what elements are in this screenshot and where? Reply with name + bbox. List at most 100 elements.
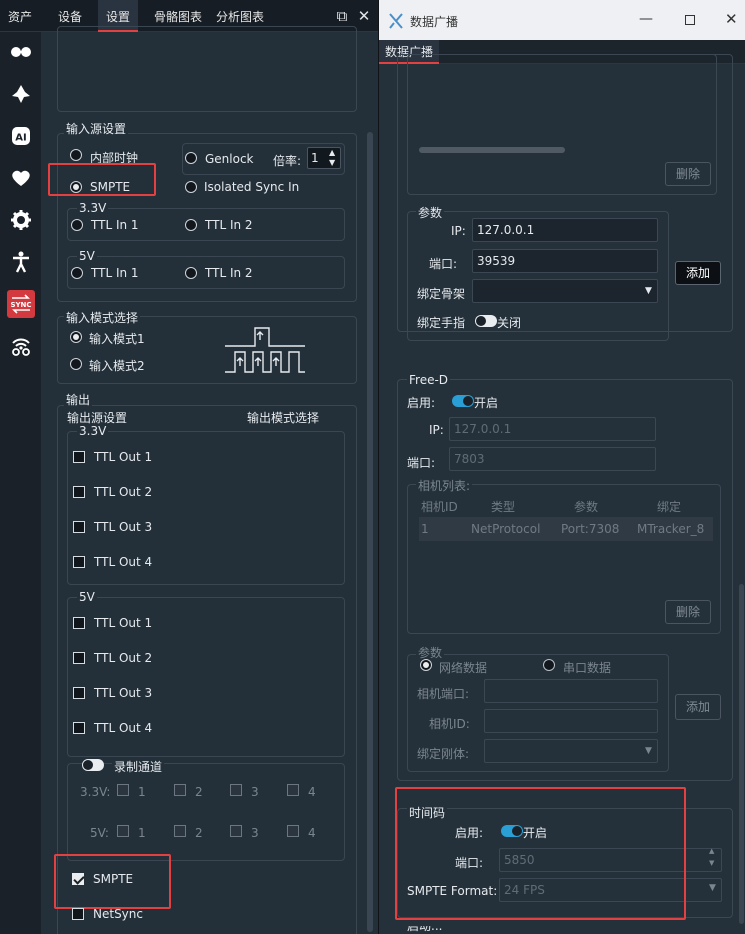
col-params: 参数 bbox=[574, 500, 599, 514]
sidebar-gear-icon[interactable] bbox=[7, 206, 35, 234]
record-33v-ch4-checkbox[interactable] bbox=[287, 784, 299, 796]
bind-rigid-select[interactable]: ▼ bbox=[484, 739, 658, 763]
ttl-out2-5v-label: TTL Out 2 bbox=[94, 651, 153, 665]
ip-input[interactable]: 127.0.0.1 bbox=[472, 218, 658, 242]
settings-scrollbar[interactable] bbox=[367, 132, 373, 932]
multiplier-value: 1 bbox=[311, 151, 319, 165]
svg-text:AI: AI bbox=[15, 133, 26, 144]
sidebar-heart-icon[interactable] bbox=[7, 164, 35, 192]
add-button[interactable]: 添加 bbox=[675, 261, 721, 285]
netsync-checkbox[interactable] bbox=[72, 908, 84, 920]
input-mode2-radio[interactable] bbox=[70, 358, 82, 370]
ttl-out1-33v-checkbox[interactable] bbox=[73, 451, 85, 463]
ttl-out2-33v-checkbox[interactable] bbox=[73, 486, 85, 498]
data-broadcast-window: 数据广播 — ✕ 数据广播 删除 参数 IP: 127.0.0.1 端口: 39… bbox=[378, 0, 745, 934]
broadcast-scrollbar[interactable] bbox=[739, 584, 744, 924]
freed-ip-input[interactable]: 127.0.0.1 bbox=[449, 417, 656, 441]
sidebar-human-icon[interactable] bbox=[7, 248, 35, 276]
cam-port-input[interactable] bbox=[484, 679, 658, 703]
freed-port-input[interactable]: 7803 bbox=[449, 447, 656, 471]
ttl-out3-5v-label: TTL Out 3 bbox=[94, 686, 153, 700]
input-mode1-radio[interactable] bbox=[70, 331, 82, 343]
title-bar: 数据广播 — ✕ bbox=[379, 0, 745, 40]
ttl-out4-5v-checkbox[interactable] bbox=[73, 722, 85, 734]
cam-port-label: 相机端口: bbox=[417, 687, 470, 701]
sidebar-broadcast-icon[interactable] bbox=[7, 332, 35, 360]
spin-down-icon[interactable]: ▼ bbox=[329, 158, 335, 167]
app-logo-icon bbox=[389, 13, 403, 29]
netsync-label: NetSync bbox=[93, 907, 143, 921]
record-5v-ch1-checkbox[interactable] bbox=[117, 825, 129, 837]
ttl-in1-5v-radio[interactable] bbox=[71, 267, 83, 279]
bind-finger-state: 关闭 bbox=[497, 316, 522, 330]
freed-title: Free-D bbox=[407, 373, 451, 387]
net-data-label: 网络数据 bbox=[439, 661, 488, 675]
ttl-out2-33v-label: TTL Out 2 bbox=[94, 485, 153, 499]
record-33v-ch3-checkbox[interactable] bbox=[230, 784, 242, 796]
bind-rigid-label: 绑定刚体: bbox=[417, 747, 470, 761]
genlock-radio[interactable] bbox=[185, 152, 197, 164]
ttl-out3-5v-checkbox[interactable] bbox=[73, 687, 85, 699]
port-down-icon[interactable]: ▼ bbox=[709, 859, 714, 867]
list-hscroll[interactable] bbox=[419, 147, 565, 153]
ttl-out4-33v-checkbox[interactable] bbox=[73, 556, 85, 568]
sidebar-camera-icon[interactable] bbox=[7, 38, 35, 66]
internal-clock-radio[interactable] bbox=[70, 149, 82, 161]
freed-ip-label: IP: bbox=[429, 423, 444, 437]
chevron-down-icon: ▼ bbox=[645, 286, 652, 296]
delete-button-top[interactable]: 删除 bbox=[665, 162, 711, 186]
serial-data-radio[interactable] bbox=[543, 659, 555, 671]
freed-enable-label: 启用: bbox=[407, 396, 436, 410]
minimize-icon[interactable]: — bbox=[639, 11, 653, 27]
tab-assets[interactable]: 资产 bbox=[0, 0, 40, 32]
cam-id-label: 相机ID: bbox=[429, 717, 470, 731]
ttl-in2-5v-label: TTL In 2 bbox=[205, 266, 253, 280]
bind-finger-toggle[interactable] bbox=[475, 315, 497, 327]
input-mode1-label: 输入模式1 bbox=[89, 332, 145, 346]
col-bind: 绑定 bbox=[657, 500, 682, 514]
cam-id-input[interactable] bbox=[484, 709, 658, 733]
record-5v-ch2-label: 2 bbox=[195, 826, 203, 840]
ttl-in1-33v-radio[interactable] bbox=[71, 219, 83, 231]
timecode-highlight-box bbox=[395, 787, 686, 920]
record-33v-ch1-checkbox[interactable] bbox=[117, 784, 129, 796]
bind-skeleton-select[interactable]: ▼ bbox=[472, 279, 658, 303]
record-channel-toggle[interactable] bbox=[82, 759, 104, 771]
ttl-out1-5v-label: TTL Out 1 bbox=[94, 616, 153, 630]
cell-bind: MTracker_8 bbox=[637, 522, 705, 536]
float-window-icon[interactable]: ⧉ bbox=[332, 6, 352, 26]
freed-add-button[interactable]: 添加 bbox=[675, 694, 721, 720]
delete-camera-button[interactable]: 删除 bbox=[665, 600, 711, 624]
col-camera-id: 相机ID bbox=[421, 500, 458, 514]
ttl-in2-5v-radio[interactable] bbox=[185, 267, 197, 279]
net-data-radio[interactable] bbox=[420, 659, 432, 671]
close-window-icon[interactable]: ✕ bbox=[725, 10, 738, 28]
sidebar-ai-icon[interactable]: AI bbox=[7, 122, 35, 150]
ttl-in2-33v-radio[interactable] bbox=[185, 219, 197, 231]
spin-up-icon[interactable]: ▲ bbox=[329, 148, 335, 157]
record-5v-ch3-checkbox[interactable] bbox=[230, 825, 242, 837]
port-up-icon[interactable]: ▲ bbox=[709, 847, 714, 855]
record-5v-row-label: 5V: bbox=[90, 826, 109, 840]
record-5v-ch2-checkbox[interactable] bbox=[174, 825, 186, 837]
input-mode2-label: 输入模式2 bbox=[89, 359, 145, 373]
ttl-out1-5v-checkbox[interactable] bbox=[73, 617, 85, 629]
sidebar-sync-icon[interactable]: SYNC bbox=[7, 290, 35, 318]
port-input[interactable]: 39539 bbox=[472, 249, 658, 273]
ttl-out3-33v-checkbox[interactable] bbox=[73, 521, 85, 533]
ttl-in2-33v-label: TTL In 2 bbox=[205, 218, 253, 232]
record-5v-ch4-checkbox[interactable] bbox=[287, 825, 299, 837]
output-title: 输出 bbox=[64, 391, 93, 408]
isolated-sync-radio[interactable] bbox=[185, 181, 197, 193]
cell-type: NetProtocol bbox=[471, 522, 541, 536]
close-icon[interactable]: ✕ bbox=[354, 6, 374, 26]
smpte-highlight-box bbox=[48, 163, 156, 196]
genlock-label: Genlock bbox=[205, 152, 254, 166]
freed-enable-toggle[interactable] bbox=[452, 395, 474, 407]
ttl-out2-5v-checkbox[interactable] bbox=[73, 652, 85, 664]
smpte-output-highlight-box bbox=[54, 854, 171, 909]
record-33v-ch2-checkbox[interactable] bbox=[174, 784, 186, 796]
sidebar-rigid-body-icon[interactable] bbox=[7, 80, 35, 108]
maximize-icon[interactable] bbox=[685, 15, 695, 25]
multiplier-spinbox[interactable]: 1 ▲ ▼ bbox=[307, 147, 341, 169]
